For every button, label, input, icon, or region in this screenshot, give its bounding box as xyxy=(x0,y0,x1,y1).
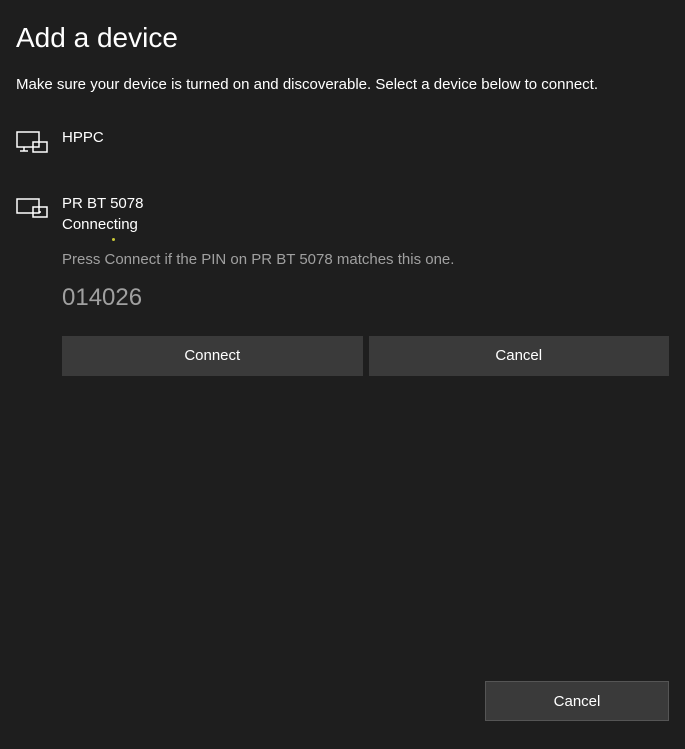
status-text: Connecting xyxy=(62,216,138,233)
pairing-hint: Press Connect if the PIN on PR BT 5078 m… xyxy=(62,251,669,268)
cancel-pairing-button[interactable]: Cancel xyxy=(369,336,670,376)
device-list: HPPC PR BT 5078 Connecting Press Connect… xyxy=(16,129,669,682)
pairing-pin: 014026 xyxy=(62,284,669,312)
device-name: HPPC xyxy=(62,129,669,146)
dialog-title: Add a device xyxy=(16,22,669,54)
display-device-icon xyxy=(16,197,48,221)
device-item-hppc[interactable]: HPPC xyxy=(16,129,669,155)
add-device-dialog: Add a device Make sure your device is tu… xyxy=(0,0,685,749)
dialog-footer: Cancel xyxy=(16,681,669,733)
device-status: Connecting xyxy=(62,216,669,233)
dialog-subtitle: Make sure your device is turned on and d… xyxy=(16,74,669,97)
progress-dot-icon xyxy=(112,238,115,241)
device-name: PR BT 5078 xyxy=(62,195,669,212)
device-content: PR BT 5078 Connecting Press Connect if t… xyxy=(62,195,669,376)
cancel-button[interactable]: Cancel xyxy=(485,681,669,721)
monitor-pc-icon xyxy=(16,131,48,155)
pairing-buttons: Connect Cancel xyxy=(62,336,669,376)
connect-button[interactable]: Connect xyxy=(62,336,363,376)
device-content: HPPC xyxy=(62,129,669,146)
device-item-prbt[interactable]: PR BT 5078 Connecting Press Connect if t… xyxy=(16,195,669,376)
